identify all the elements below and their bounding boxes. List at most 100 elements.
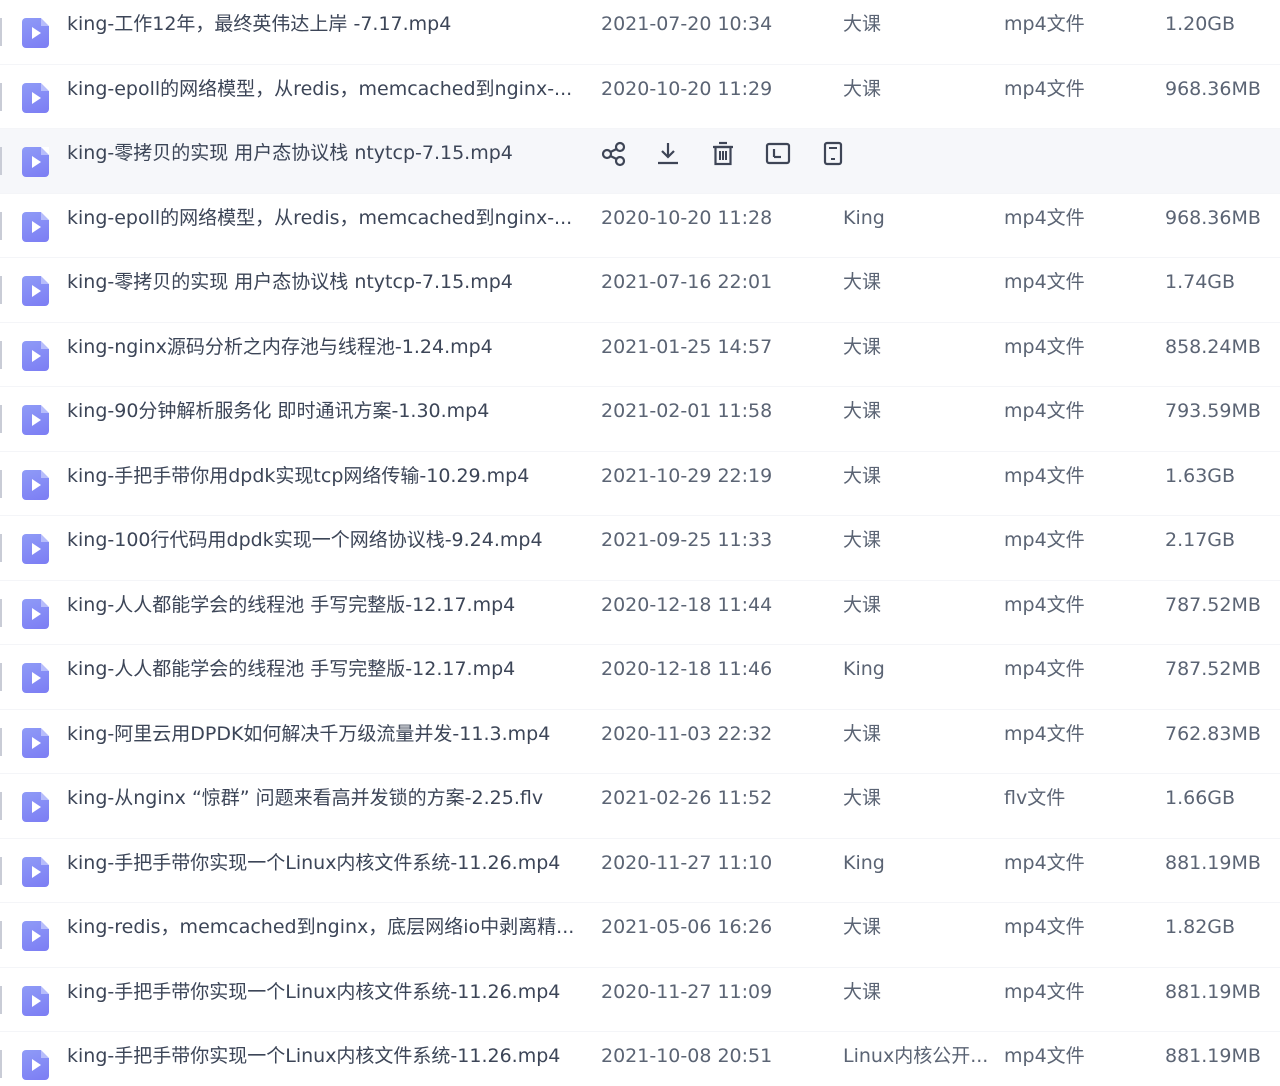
file-owner: 大课 (843, 13, 882, 35)
row-edge (0, 276, 2, 304)
file-name[interactable]: king-人人都能学会的线程池 手写完整版-12.17.mp4 (67, 581, 577, 645)
file-date: 2021-07-16 22:01 (601, 271, 773, 293)
video-file-icon (22, 921, 49, 951)
file-name[interactable]: king-零拷贝的实现 用户态协议栈 ntytcp-7.15.mp4 (67, 129, 577, 193)
file-date: 2020-12-18 11:44 (601, 593, 773, 616)
file-row[interactable]: king-手把手带你用dpdk实现tcp网络传输-10.29.mp4 2021-… (0, 452, 1280, 516)
video-file-icon (22, 663, 49, 693)
file-name[interactable]: king-90分钟解析服务化 即时通讯方案-1.30.mp4 (67, 387, 577, 451)
file-name[interactable]: king-nginx源码分析之内存池与线程池-1.24.mp4 (67, 323, 577, 387)
file-name[interactable]: king-零拷贝的实现 用户态协议栈 ntytcp-7.15.mp4 (67, 258, 577, 322)
file-row[interactable]: king-工作12年，最终英伟达上岸 -7.17.mp4 2021-07-20 … (0, 0, 1280, 65)
video-file-icon (22, 147, 49, 177)
file-type: mp4文件 (1004, 335, 1085, 358)
file-name[interactable]: king-手把手带你实现一个Linux内核文件系统-11.26.mp4 (67, 1032, 577, 1086)
file-row[interactable]: king-手把手带你实现一个Linux内核文件系统-11.26.mp4 2020… (0, 968, 1280, 1032)
row-edge (0, 405, 2, 433)
file-size: 881.19MB (1165, 1045, 1261, 1067)
file-row[interactable]: king-90分钟解析服务化 即时通讯方案-1.30.mp4 2021-02-0… (0, 387, 1280, 452)
row-edge (0, 1050, 2, 1078)
video-file-icon (22, 598, 49, 629)
file-owner: 大课 (843, 916, 882, 938)
file-size: 968.36MB (1165, 77, 1261, 100)
file-size: 1.82GB (1165, 916, 1236, 938)
file-owner: King (843, 851, 885, 874)
file-name[interactable]: king-从nginx “惊群” 问题来看高并发锁的方案-2.25.flv (67, 774, 577, 838)
file-owner: 大课 (843, 980, 882, 1003)
row-edge (0, 469, 2, 498)
row-edge (0, 792, 2, 820)
file-type: mp4文件 (1004, 529, 1085, 551)
rename-icon[interactable] (764, 139, 792, 169)
file-type: mp4文件 (1004, 77, 1085, 100)
row-edge (0, 211, 2, 240)
video-file-icon (22, 1050, 49, 1080)
file-name[interactable]: king-epoll的网络模型，从redis，memcached到nginx-.… (67, 65, 577, 129)
delete-icon[interactable] (709, 139, 737, 169)
file-row[interactable]: king-手把手带你实现一个Linux内核文件系统-11.26.mp4 2021… (0, 1032, 1280, 1086)
file-date: 2021-05-06 16:26 (601, 916, 773, 938)
file-size: 2.17GB (1165, 529, 1236, 551)
video-file-icon (22, 534, 49, 564)
file-row[interactable]: king-人人都能学会的线程池 手写完整版-12.17.mp4 2020-12-… (0, 645, 1280, 710)
file-owner: Linux内核公开... (843, 1045, 989, 1067)
file-owner: 大课 (843, 722, 882, 745)
file-date: 2020-11-27 11:09 (601, 980, 773, 1003)
file-name[interactable]: king-手把手带你实现一个Linux内核文件系统-11.26.mp4 (67, 968, 577, 1032)
row-edge (0, 663, 2, 691)
file-type: mp4文件 (1004, 206, 1085, 229)
more-icon[interactable] (819, 139, 847, 169)
file-row[interactable]: king-人人都能学会的线程池 手写完整版-12.17.mp4 2020-12-… (0, 581, 1280, 645)
file-size: 1.20GB (1165, 13, 1236, 35)
file-row[interactable]: king-epoll的网络模型，从redis，memcached到nginx-.… (0, 65, 1280, 129)
download-icon[interactable] (654, 139, 682, 169)
file-name[interactable]: king-工作12年，最终英伟达上岸 -7.17.mp4 (67, 0, 577, 64)
file-owner: 大课 (843, 464, 882, 487)
file-name[interactable]: king-redis，memcached到nginx，底层网络io中剥离精... (67, 903, 577, 967)
video-file-icon (22, 792, 49, 822)
file-name[interactable]: king-手把手带你用dpdk实现tcp网络传输-10.29.mp4 (67, 452, 577, 516)
file-row[interactable]: king-从nginx “惊群” 问题来看高并发锁的方案-2.25.flv 20… (0, 774, 1280, 839)
file-owner: 大课 (843, 77, 882, 100)
file-date: 2020-12-18 11:46 (601, 658, 773, 680)
row-edge (0, 18, 2, 46)
file-row[interactable]: king-100行代码用dpdk实现一个网络协议栈-9.24.mp4 2021-… (0, 516, 1280, 581)
file-type: mp4文件 (1004, 916, 1085, 938)
file-type: mp4文件 (1004, 593, 1085, 616)
file-type: mp4文件 (1004, 980, 1085, 1003)
file-name[interactable]: king-手把手带你实现一个Linux内核文件系统-11.26.mp4 (67, 839, 577, 903)
file-owner: 大课 (843, 529, 882, 551)
file-size: 762.83MB (1165, 722, 1261, 745)
file-size: 881.19MB (1165, 980, 1261, 1003)
row-edge (0, 921, 2, 949)
row-edge (0, 598, 2, 627)
file-name[interactable]: king-epoll的网络模型，从redis，memcached到nginx-.… (67, 194, 577, 258)
share-icon[interactable] (600, 139, 628, 169)
file-row[interactable]: king-零拷贝的实现 用户态协议栈 ntytcp-7.15.mp4 2021-… (0, 258, 1280, 323)
file-row[interactable]: king-redis，memcached到nginx，底层网络io中剥离精...… (0, 903, 1280, 968)
file-name[interactable]: king-阿里云用DPDK如何解决千万级流量并发-11.3.mp4 (67, 710, 577, 774)
file-row[interactable]: king-阿里云用DPDK如何解决千万级流量并发-11.3.mp4 2020-1… (0, 710, 1280, 774)
file-type: mp4文件 (1004, 271, 1085, 293)
row-edge (0, 534, 2, 562)
file-row[interactable]: king-epoll的网络模型，从redis，memcached到nginx-.… (0, 194, 1280, 258)
video-file-icon (22, 469, 49, 500)
file-date: 2021-02-26 11:52 (601, 787, 773, 809)
file-size: 1.74GB (1165, 271, 1236, 293)
file-name[interactable]: king-人人都能学会的线程池 手写完整版-12.17.mp4 (67, 645, 577, 709)
file-type: mp4文件 (1004, 851, 1085, 874)
file-date: 2021-01-25 14:57 (601, 335, 773, 358)
file-type: mp4文件 (1004, 464, 1085, 487)
file-name[interactable]: king-100行代码用dpdk实现一个网络协议栈-9.24.mp4 (67, 516, 577, 580)
file-owner: 大课 (843, 593, 882, 616)
file-row-hovered[interactable]: king-零拷贝的实现 用户态协议栈 ntytcp-7.15.mp4 (0, 129, 1280, 194)
row-edge (0, 82, 2, 111)
video-file-icon (22, 340, 49, 371)
file-row[interactable]: king-手把手带你实现一个Linux内核文件系统-11.26.mp4 2020… (0, 839, 1280, 903)
video-file-icon (22, 276, 49, 306)
file-size: 881.19MB (1165, 851, 1261, 874)
file-date: 2020-10-20 11:28 (601, 206, 773, 229)
file-row[interactable]: king-nginx源码分析之内存池与线程池-1.24.mp4 2021-01-… (0, 323, 1280, 387)
file-date: 2021-02-01 11:58 (601, 400, 773, 422)
row-edge (0, 340, 2, 369)
